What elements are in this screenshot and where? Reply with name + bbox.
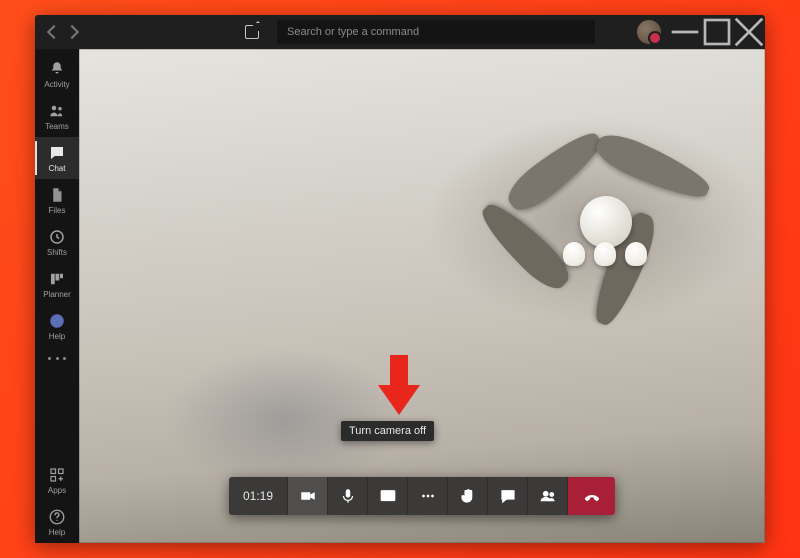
rail-item-shifts[interactable]: Shifts: [35, 221, 79, 263]
files-icon: [48, 186, 66, 204]
chat-icon: [48, 144, 66, 162]
titlebar: Search or type a command: [35, 15, 765, 49]
timer-text: 01:19: [243, 489, 273, 503]
rail-more-button[interactable]: [48, 357, 66, 360]
rail-item-help-bottom[interactable]: Help: [35, 501, 79, 543]
annotation-arrow: [378, 355, 420, 417]
people-icon: [539, 487, 557, 505]
share-screen-button[interactable]: [367, 477, 407, 515]
rail-label: Teams: [45, 123, 69, 131]
video-call-area: Turn camera off 01:19: [79, 49, 765, 543]
call-control-bar: 01:19: [229, 477, 615, 515]
raise-hand-button[interactable]: [447, 477, 487, 515]
chat-bubble-icon: [499, 487, 517, 505]
hangup-icon: [580, 487, 604, 505]
rail-label: Shifts: [47, 249, 67, 257]
teams-icon: [48, 102, 66, 120]
chat-toggle-button[interactable]: [487, 477, 527, 515]
rail-item-activity[interactable]: Activity: [35, 53, 79, 95]
rail-item-chat[interactable]: Chat: [35, 137, 79, 179]
nav-back-button[interactable]: [47, 25, 61, 39]
planner-icon: [48, 270, 66, 288]
camera-tooltip: Turn camera off: [341, 421, 434, 441]
rail-label: Activity: [44, 81, 69, 89]
apps-icon: [48, 466, 66, 484]
nav-forward-button[interactable]: [65, 25, 79, 39]
window-minimize-button[interactable]: [669, 15, 701, 49]
hangup-button[interactable]: [567, 477, 615, 515]
tooltip-text: Turn camera off: [349, 425, 426, 437]
rail-label: Files: [49, 207, 66, 215]
rail-label: Planner: [43, 291, 71, 299]
rail-label: Chat: [49, 165, 66, 173]
hand-icon: [459, 487, 477, 505]
rail-item-apps[interactable]: Apps: [35, 459, 79, 501]
more-icon: [419, 487, 437, 505]
app-window: Search or type a command Activity Teams …: [35, 15, 765, 543]
rail-label: Apps: [48, 487, 66, 495]
camera-toggle-button[interactable]: [287, 477, 327, 515]
share-icon: [379, 487, 397, 505]
app-body: Activity Teams Chat Files Shifts Planner: [35, 49, 765, 543]
ceiling-fan-image: [485, 124, 705, 314]
camera-icon: [299, 487, 317, 505]
rail-item-files[interactable]: Files: [35, 179, 79, 221]
rail-label: Help: [49, 333, 65, 341]
search-placeholder: Search or type a command: [287, 26, 419, 38]
bell-icon: [48, 60, 66, 78]
participants-button[interactable]: [527, 477, 567, 515]
rail-item-teams[interactable]: Teams: [35, 95, 79, 137]
avatar[interactable]: [637, 20, 661, 44]
window-close-button[interactable]: [733, 15, 765, 49]
window-maximize-button[interactable]: [701, 15, 733, 49]
search-input[interactable]: Search or type a command: [277, 20, 595, 44]
more-actions-button[interactable]: [407, 477, 447, 515]
rail-item-planner[interactable]: Planner: [35, 263, 79, 305]
helpq-icon: [48, 508, 66, 526]
shifts-icon: [48, 228, 66, 246]
rail-label: Help: [49, 529, 65, 537]
mic-toggle-button[interactable]: [327, 477, 367, 515]
rail-item-help[interactable]: Help: [35, 305, 79, 347]
help-icon: [48, 312, 66, 330]
mic-icon: [339, 487, 357, 505]
call-timer: 01:19: [229, 477, 287, 515]
compose-button[interactable]: [245, 25, 259, 39]
app-rail: Activity Teams Chat Files Shifts Planner: [35, 49, 79, 543]
